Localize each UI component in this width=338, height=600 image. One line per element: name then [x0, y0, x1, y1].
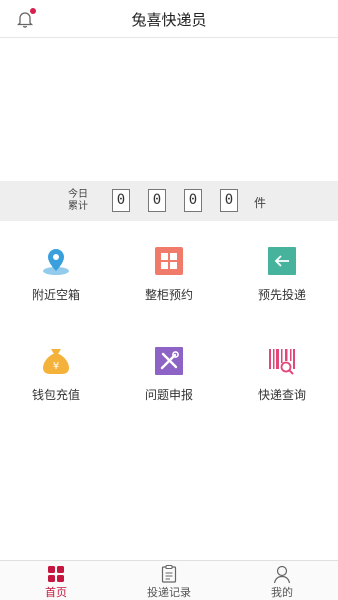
top-bar: 兔喜快递员 — [0, 0, 338, 38]
counter-digit: 0 — [220, 189, 238, 212]
map-pin-icon — [43, 249, 69, 275]
tab-label: 首页 — [45, 586, 67, 599]
barcode-search-icon — [269, 349, 295, 375]
nearby-empty-box-button[interactable]: 附近空箱 — [0, 246, 112, 326]
grid-label: 预先投递 — [257, 288, 306, 302]
counter-digit: 0 — [184, 189, 202, 212]
page-title: 兔喜快递员 — [131, 11, 207, 29]
user-icon — [273, 565, 291, 584]
pre-delivery-button[interactable]: 预先投递 — [226, 246, 338, 326]
home-grid-icon — [48, 566, 64, 582]
counter-digit: 0 — [148, 189, 166, 212]
tab-label: 我的 — [271, 586, 293, 599]
tools-icon — [155, 347, 183, 375]
counter-label-today: 今日 — [68, 189, 88, 200]
wallet-topup-button[interactable]: ¥ 钱包充值 — [0, 346, 112, 426]
counter-digit: 0 — [112, 189, 130, 212]
tab-home[interactable]: 首页 — [0, 561, 112, 600]
counter-unit: 件 — [254, 196, 267, 210]
grid-label: 快递查询 — [257, 388, 306, 402]
counter-label: 今日 累计 — [68, 189, 88, 213]
grid-label: 整柜预约 — [144, 288, 193, 302]
grid-cabinet-icon — [155, 247, 183, 275]
delivery-counter: 今日 累计 0 0 0 0 件 — [0, 181, 338, 221]
tab-mine[interactable]: 我的 — [226, 561, 338, 600]
grid-label: 钱包充值 — [31, 388, 80, 402]
svg-text:¥: ¥ — [53, 361, 59, 372]
banner-area — [0, 39, 338, 181]
package-query-button[interactable]: 快递查询 — [226, 346, 338, 426]
grid-label: 问题申报 — [144, 388, 193, 402]
tab-label: 投递记录 — [147, 586, 191, 599]
clipboard-icon — [161, 564, 177, 583]
money-bag-icon: ¥ — [43, 349, 69, 374]
grid-label: 附近空箱 — [31, 288, 80, 302]
cabinet-reservation-button[interactable]: 整柜预约 — [113, 246, 225, 326]
tab-delivery-records[interactable]: 投递记录 — [113, 561, 225, 600]
bottom-tab-bar: 首页 投递记录 我的 — [0, 560, 338, 600]
report-problem-button[interactable]: 问题申报 — [113, 346, 225, 426]
counter-label-total: 累计 — [68, 201, 88, 212]
back-arrow-icon — [268, 247, 296, 275]
